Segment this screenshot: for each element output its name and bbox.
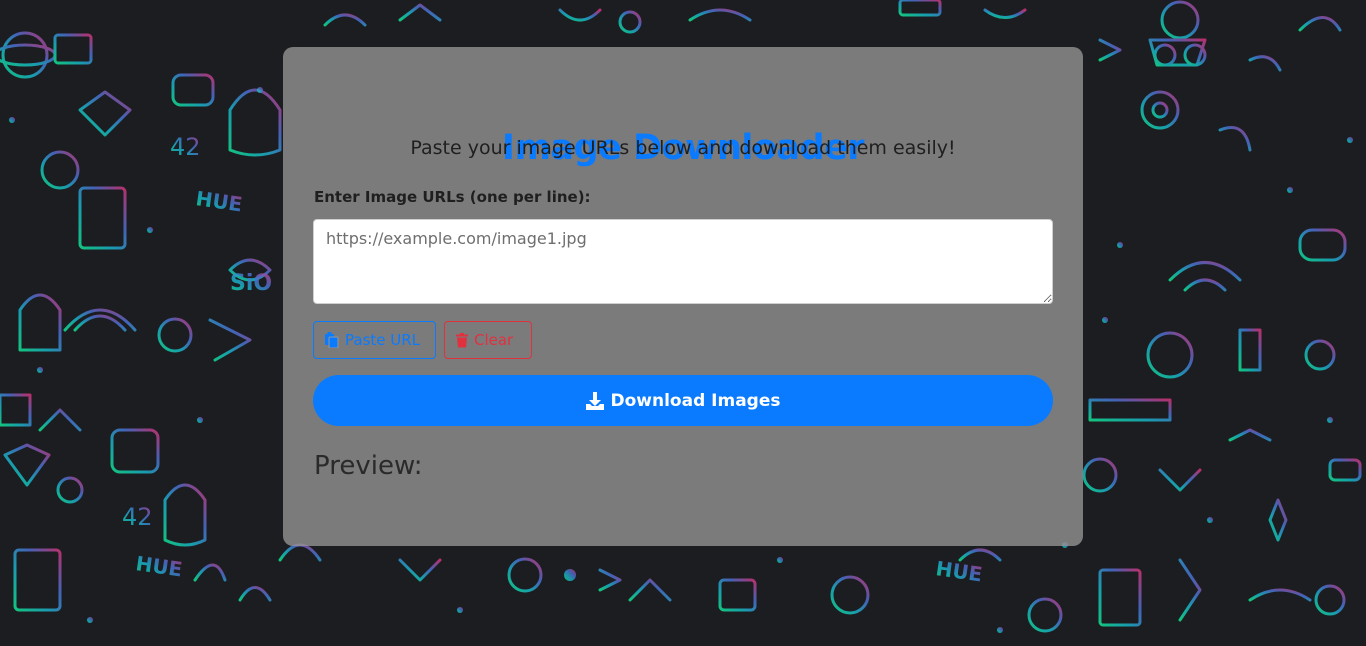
svg-text:HUE: HUE	[934, 556, 984, 586]
download-images-button[interactable]: Download Images	[313, 375, 1053, 426]
svg-text:42: 42	[170, 133, 201, 161]
download-images-label: Download Images	[610, 390, 781, 411]
svg-text:SiO: SiO	[230, 271, 272, 296]
svg-text:42: 42	[122, 503, 153, 531]
trash-icon	[456, 332, 468, 348]
paste-url-label: Paste URL	[345, 331, 421, 349]
svg-text:HUE: HUE	[194, 186, 244, 216]
url-input[interactable]	[313, 219, 1053, 304]
clear-button[interactable]: Clear	[444, 321, 532, 359]
download-icon	[585, 391, 604, 410]
url-field-label: Enter Image URLs (one per line):	[314, 188, 591, 206]
page-subtitle: Paste your image URLs below and download…	[410, 137, 956, 159]
paste-icon	[325, 332, 339, 348]
paste-url-button[interactable]: Paste URL	[313, 321, 436, 359]
svg-text:HUE: HUE	[134, 551, 184, 581]
clear-label: Clear	[474, 331, 514, 349]
preview-heading: Preview:	[314, 451, 423, 481]
